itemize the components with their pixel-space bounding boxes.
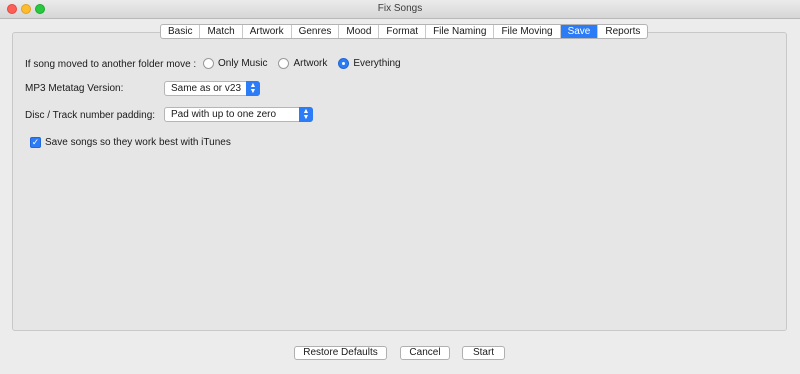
tab-format[interactable]: Format (379, 25, 427, 38)
tab-file-naming[interactable]: File Naming (426, 25, 495, 38)
cancel-button[interactable]: Cancel (400, 346, 450, 360)
metatag-version-value: Same as or v23 (171, 83, 242, 94)
chevron-up-down-icon: ▲ ▼ (246, 81, 260, 96)
radio-only-music-label: Only Music (218, 58, 268, 69)
radio-artwork[interactable]: Artwork (278, 58, 327, 69)
tab-file-moving[interactable]: File Moving (494, 25, 561, 38)
radio-only-music-indicator[interactable] (203, 58, 214, 69)
itunes-checkbox-label: Save songs so they work best with iTunes (45, 137, 231, 148)
tab-basic[interactable]: Basic (161, 25, 201, 38)
metatag-version-select[interactable]: Same as or v23 ▲ ▼ (164, 81, 260, 96)
tab-genres[interactable]: Genres (292, 25, 340, 38)
track-padding-select[interactable]: Pad with up to one zero ▲ ▼ (164, 107, 313, 122)
metatag-version-label: MP3 Metatag Version: (25, 83, 124, 94)
radio-artwork-label: Artwork (293, 58, 328, 69)
tab-bar: Basic Match Artwork Genres Mood Format F… (160, 24, 649, 39)
tab-reports[interactable]: Reports (598, 25, 647, 38)
itunes-checkbox[interactable]: ✓ (30, 137, 41, 148)
radio-only-music[interactable]: Only Music (203, 58, 267, 69)
track-padding-value: Pad with up to one zero (171, 109, 277, 120)
tab-artwork[interactable]: Artwork (243, 25, 292, 38)
title-bar: Fix Songs (0, 0, 800, 19)
chevron-up-down-icon: ▲ ▼ (299, 107, 313, 122)
restore-defaults-button[interactable]: Restore Defaults (294, 346, 387, 360)
tab-save[interactable]: Save (560, 25, 599, 38)
radio-artwork-indicator[interactable] (278, 58, 290, 69)
radio-everything-label: Everything (353, 58, 401, 69)
tab-match[interactable]: Match (200, 25, 243, 38)
track-padding-label: Disc / Track number padding: (25, 110, 156, 121)
radio-everything[interactable]: Everything (338, 58, 401, 69)
start-button[interactable]: Start (462, 346, 505, 360)
window-title: Fix Songs (377, 3, 423, 14)
move-option-label: If song moved to another folder move : (25, 59, 197, 70)
tab-mood[interactable]: Mood (339, 25, 380, 38)
move-option-radio-group: Only Music Artwork Everything (203, 58, 412, 69)
settings-panel (12, 32, 787, 331)
radio-everything-indicator[interactable] (338, 58, 350, 69)
